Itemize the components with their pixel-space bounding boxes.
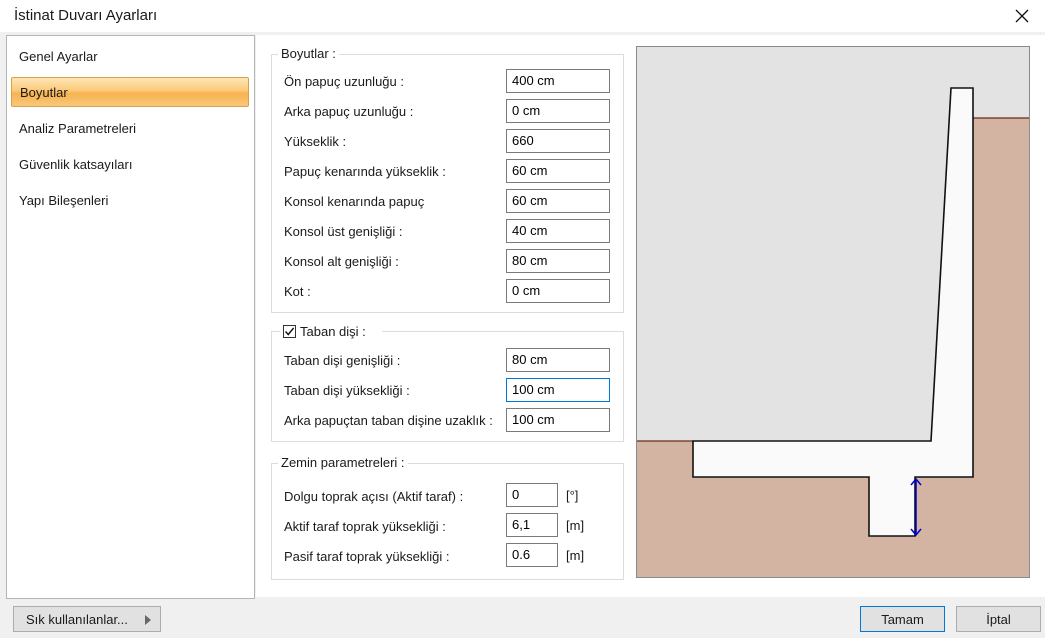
pasif-yukseklik-unit: [m] [566,548,585,563]
sidebar-item-label: Genel Ayarlar [19,49,98,64]
pasif-yukseklik-input[interactable]: 0.6 [506,543,558,567]
taban-disi-uzaklik-label: Arka papuçtan taban dişine uzaklık : [284,413,493,428]
checkmark-icon [284,327,295,336]
taban-disi-genislik-label: Taban dişi genişliği : [284,353,401,368]
close-icon [1015,9,1029,23]
papuc-kenari-yukseklik-input[interactable]: 60 cm [506,159,610,183]
dolgu-aci-unit: [°] [566,488,579,503]
dolgu-aci-input[interactable]: 0 [506,483,558,507]
taban-disi-group: Taban dişi : Taban dişi genişliği : 80 c… [271,323,624,442]
taban-disi-legend-wrap: Taban dişi : [280,323,382,341]
aktif-yukseklik-label: Aktif taraf toprak yüksekliği : [284,519,446,534]
konsol-kenari-papuc-input[interactable]: 60 cm [506,189,610,213]
konsol-ust-genislik-label: Konsol üst genişliği : [284,224,403,239]
konsol-alt-genislik-label: Konsol alt genişliği : [284,254,399,269]
arka-papuc-input[interactable]: 0 cm [506,99,610,123]
sidebar-item-label: Yapı Bileşenleri [19,193,109,208]
sidebar-item-genel-ayarlar[interactable]: Genel Ayarlar [11,42,249,72]
zemin-legend: Zemin parametreleri : [278,455,408,470]
sidebar-item-label: Analiz Parametreleri [19,121,137,136]
on-papuc-label: Ön papuç uzunluğu : [284,74,404,89]
aktif-yukseklik-unit: [m] [566,518,585,533]
yukseklik-input[interactable]: 660 [506,129,610,153]
zemin-group: Zemin parametreleri : Dolgu toprak açısı… [271,455,624,580]
window-title: İstinat Duvarı Ayarları [14,7,158,24]
wall-preview [636,46,1030,578]
arka-papuc-label: Arka papuç uzunluğu : [284,104,414,119]
ok-button[interactable]: Tamam [860,606,945,632]
dolgu-aci-label: Dolgu toprak açısı (Aktif taraf) : [284,489,464,504]
on-papuc-input[interactable]: 400 cm [506,69,610,93]
taban-disi-uzaklik-input[interactable]: 100 cm [506,408,610,432]
taban-disi-yukseklik-input[interactable]: 100 cm [506,378,610,402]
favorites-label: Sık kullanılanlar... [26,611,128,627]
dialog-body: Genel Ayarlar Boyutlar Analiz Parametrel… [0,32,1045,638]
favorites-button[interactable]: Sık kullanılanlar... [13,606,161,632]
sidebar-item-analiz-parametreleri[interactable]: Analiz Parametreleri [11,114,249,144]
sidebar-item-label: Güvenlik katsayıları [19,157,133,172]
kot-label: Kot : [284,284,311,299]
ok-label: Tamam [881,611,924,627]
taban-disi-checkbox[interactable] [283,325,296,338]
pasif-yukseklik-label: Pasif taraf toprak yüksekliği : [284,549,450,564]
cancel-label: İptal [986,611,1011,627]
taban-disi-legend: Taban dişi : [300,324,366,339]
boyutlar-legend: Boyutlar : [278,46,339,61]
taban-disi-yukseklik-label: Taban dişi yüksekliği : [284,383,410,398]
yukseklik-label: Yükseklik : [284,134,347,149]
retaining-wall-drawing [637,47,1029,577]
sidebar-item-guvenlik-katsayilari[interactable]: Güvenlik katsayıları [11,150,249,180]
sidebar: Genel Ayarlar Boyutlar Analiz Parametrel… [6,35,255,599]
chevron-right-icon [145,615,151,625]
title-bar: İstinat Duvarı Ayarları [0,0,1045,32]
close-button[interactable] [999,0,1045,32]
konsol-alt-genislik-input[interactable]: 80 cm [506,249,610,273]
cancel-button[interactable]: İptal [956,606,1041,632]
sidebar-item-boyutlar[interactable]: Boyutlar [11,77,249,107]
kot-input[interactable]: 0 cm [506,279,610,303]
sidebar-item-yapi-bilesenleri[interactable]: Yapı Bileşenleri [11,186,249,216]
konsol-ust-genislik-input[interactable]: 40 cm [506,219,610,243]
aktif-yukseklik-input[interactable]: 6,1 [506,513,558,537]
sidebar-item-label: Boyutlar [20,85,68,100]
konsol-kenari-papuc-label: Konsol kenarında papuç [284,194,425,209]
papuc-kenari-yukseklik-label: Papuç kenarında yükseklik : [284,164,446,179]
boyutlar-group: Boyutlar : Ön papuç uzunluğu : 400 cm Ar… [271,46,624,313]
taban-disi-genislik-input[interactable]: 80 cm [506,348,610,372]
